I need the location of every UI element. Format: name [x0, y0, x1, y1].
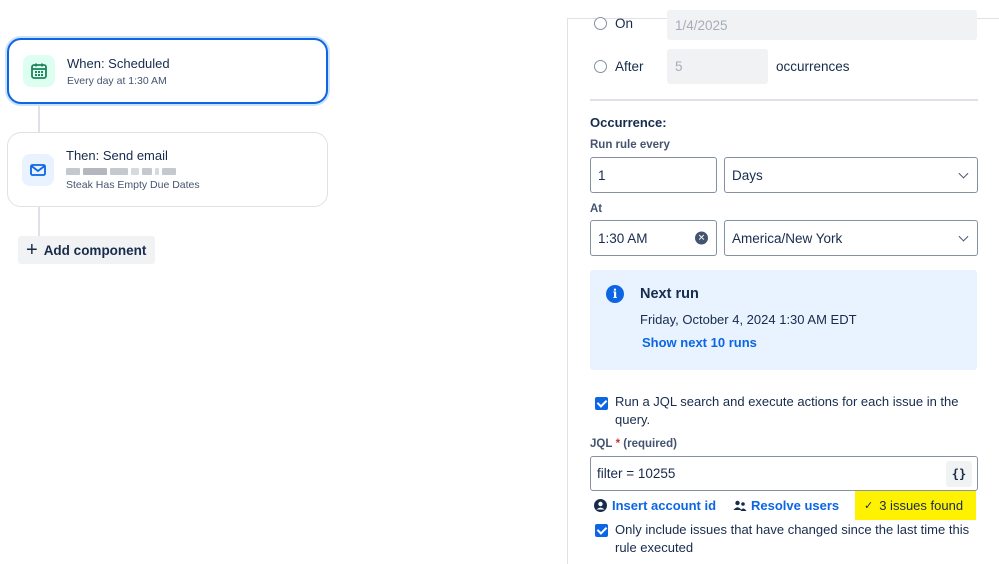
end-date-value: 1/4/2025 [675, 17, 728, 33]
trigger-subtitle: Every day at 1:30 AM [67, 74, 167, 87]
redacted-recipients [66, 168, 200, 175]
issues-found-badge[interactable]: ✓ 3 issues found [855, 491, 976, 520]
end-on-label: On [615, 16, 634, 31]
action-subtitle: Steak Has Empty Due Dates [66, 179, 200, 191]
insert-account-id-button[interactable]: Insert account id [594, 498, 716, 513]
add-component-button[interactable]: + Add component [18, 236, 155, 264]
next-run-panel: i Next run Friday, October 4, 2024 1:30 … [590, 270, 977, 370]
issues-found-label: 3 issues found [879, 498, 964, 513]
run-jql-label: Run a JQL search and execute actions for… [615, 394, 959, 427]
required-text: (required) [623, 438, 677, 450]
at-label: At [590, 203, 603, 215]
flow-connector [38, 104, 40, 132]
timezone-value: America/New York [732, 230, 843, 246]
occurrence-heading: Occurrence: [590, 115, 667, 130]
show-next-runs-link[interactable]: Show next 10 runs [642, 335, 757, 350]
action-title: Then: Send email [66, 148, 168, 163]
time-value: 1:30 AM [598, 230, 648, 246]
chevron-down-icon [958, 168, 969, 179]
run-rule-label: Run rule every [590, 139, 670, 151]
end-on-radio[interactable] [594, 17, 607, 30]
end-after-radio[interactable] [594, 60, 607, 73]
mail-icon [22, 153, 54, 186]
required-star: * [615, 438, 621, 450]
next-run-title: Next run [640, 286, 699, 302]
time-input[interactable]: 1:30 AM ✕ [590, 220, 717, 256]
calendar-icon [23, 55, 55, 87]
user-circle-icon [594, 499, 607, 512]
interval-unit-select[interactable]: Days [724, 157, 978, 193]
occurrences-suffix: occurrences [776, 59, 850, 74]
flow-connector [38, 207, 40, 237]
jql-label-text: JQL [590, 438, 613, 450]
divider [590, 99, 978, 101]
chevron-down-icon [958, 231, 969, 242]
trigger-card[interactable]: When: Scheduled Every day at 1:30 AM [7, 38, 328, 104]
end-date-input[interactable]: 1/4/2025 [667, 10, 977, 40]
smart-values-button[interactable]: {} [946, 461, 972, 487]
interval-unit-value: Days [732, 167, 763, 183]
resolve-users-button[interactable]: Resolve users [733, 498, 839, 513]
occurrences-input[interactable]: 5 [667, 49, 768, 84]
add-component-label: Add component [43, 242, 147, 258]
curly-braces-icon: {} [951, 467, 967, 481]
interval-input[interactable]: 1 [590, 157, 717, 193]
next-run-datetime: Friday, October 4, 2024 1:30 AM EDT [640, 312, 857, 327]
occurrences-value: 5 [675, 59, 683, 74]
jql-label: JQL * (required) [590, 438, 677, 450]
end-after-label: After [615, 59, 644, 74]
check-icon: ✓ [864, 500, 874, 512]
only-changed-label: Only include issues that have changed si… [615, 522, 970, 555]
timezone-select[interactable]: America/New York [724, 220, 978, 256]
jql-input[interactable]: filter = 10255 {} [590, 456, 978, 491]
action-card[interactable]: Then: Send email Steak Has Empty Due Dat… [7, 132, 328, 207]
only-changed-checkbox[interactable] [595, 524, 608, 537]
run-jql-checkbox[interactable] [595, 397, 608, 410]
plus-icon: + [26, 239, 38, 261]
jql-value: filter = 10255 [597, 466, 676, 481]
interval-value: 1 [598, 167, 606, 183]
clear-icon[interactable]: ✕ [695, 231, 708, 245]
insert-account-id-label: Insert account id [612, 498, 717, 513]
resolve-users-label: Resolve users [751, 498, 840, 513]
trigger-title: When: Scheduled [67, 55, 170, 71]
info-icon: i [606, 285, 624, 303]
people-icon [733, 500, 747, 511]
